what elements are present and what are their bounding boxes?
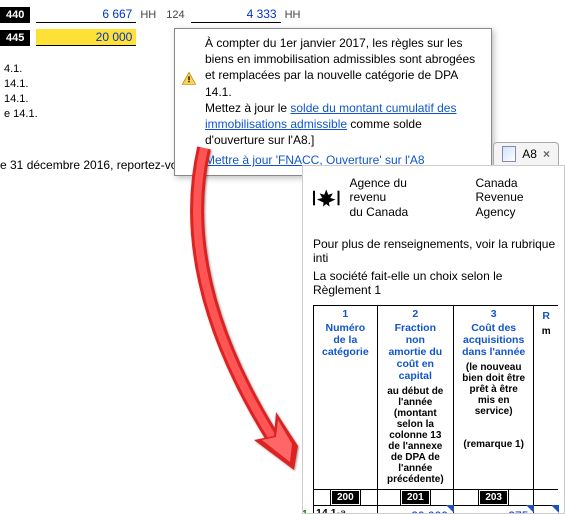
row-index: 1 (302, 508, 308, 514)
tab-a8[interactable]: A8 × (493, 142, 559, 165)
field-440-sub: 124 (166, 9, 184, 21)
field-124-input[interactable] (191, 6, 281, 23)
field-440-suffix: HH (140, 9, 156, 21)
col-code-200: 200 (331, 490, 360, 505)
left-context-lines: 4.1. 14.1. 14.1. e 14.1. (4, 62, 38, 122)
field-445-input[interactable] (36, 29, 136, 46)
field-440-input[interactable] (36, 6, 136, 23)
agency-fr: Agence du revenudu Canada (350, 176, 436, 219)
warning-icon (181, 71, 197, 87)
close-icon[interactable]: × (543, 147, 550, 161)
table-row[interactable]: 1 14.1-a (314, 506, 559, 514)
diagnostic-tooltip: À compter du 1er janvier 2017, les règle… (174, 28, 492, 176)
col-code-201: 201 (401, 490, 430, 505)
col-code-203: 203 (479, 490, 508, 505)
field-code-440: 440 (0, 7, 30, 23)
agency-en: Canada RevenueAgency (476, 176, 558, 219)
sheet-icon (502, 146, 516, 162)
field-124-suffix: HH (285, 9, 301, 21)
info-line-2: La société fait-elle un choix selon le R… (313, 269, 558, 297)
info-line-1: Pour plus de renseignements, voir la rub… (313, 237, 558, 265)
c2-input[interactable] (379, 507, 452, 514)
field-code-445: 445 (0, 30, 30, 46)
corner-icon (551, 505, 559, 513)
callout-arrow (164, 140, 324, 490)
cca-table: 1Numéro de la catégorie 2Fraction non am… (313, 305, 558, 514)
c3-input[interactable] (455, 507, 532, 514)
tab-label: A8 (522, 147, 537, 161)
maple-leaf-icon (313, 187, 340, 209)
form-a8-panel: Agence du revenudu Canada Canada Revenue… (302, 165, 565, 514)
